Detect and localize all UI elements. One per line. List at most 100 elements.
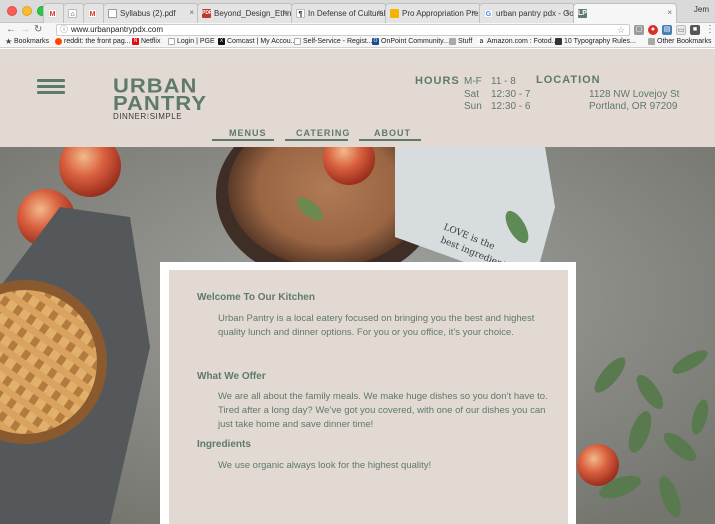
tab-label: urban pantry pdx - Goog	[496, 9, 575, 18]
urban-pantry-favicon-icon: LP	[578, 9, 587, 18]
bookmark-label: Comcast | My Accou...	[227, 38, 297, 45]
extension-icon[interactable]: ●	[648, 25, 658, 35]
tab-cultural[interactable]: ¶ In Defense of Cultural A ×	[291, 3, 387, 23]
address-bar[interactable]: ⓘ www.urbanpantrypdx.com ☆	[56, 24, 630, 36]
close-icon[interactable]: ×	[471, 8, 476, 17]
bookmark-label: Stuff	[458, 38, 473, 45]
location-heading: LOCATION	[536, 74, 601, 86]
tab-label: Pro Appropriation Press	[402, 9, 481, 18]
forward-icon[interactable]: →	[20, 24, 30, 36]
tab-urban-pantry[interactable]: LP ×	[573, 3, 677, 23]
section-body-welcome: Urban Pantry is a local eatery focused o…	[218, 313, 535, 338]
nav-underline	[285, 139, 348, 141]
hamburger-menu-icon[interactable]	[37, 79, 65, 95]
page-icon	[555, 38, 562, 45]
content-card: Welcome To Our Kitchen Urban Pantry is a…	[169, 270, 568, 524]
logo-line-2: PANTRY	[113, 91, 207, 115]
menu-dots-icon[interactable]: ⋮	[705, 24, 715, 36]
close-icon[interactable]: ×	[283, 8, 288, 17]
tab-gmail-2[interactable]: M	[83, 3, 105, 23]
star-icon: ★	[5, 37, 13, 46]
back-icon[interactable]: ←	[6, 24, 16, 36]
url-text: www.urbanpantrypdx.com	[71, 25, 164, 34]
page-info-icon[interactable]: ⓘ	[60, 25, 68, 35]
site-header: URBAN PANTRY DINNER⁝SIMPLE HOURS M-F 11 …	[0, 49, 715, 147]
section-body-offer: We are all about the family meals. We ma…	[218, 391, 548, 430]
bookmark-label: OnPoint Community...	[381, 38, 449, 45]
reload-icon[interactable]: ↻	[34, 24, 42, 36]
extension-icon[interactable]: ▤	[662, 25, 672, 35]
tab-google-search[interactable]: G urban pantry pdx - Goog ×	[479, 3, 575, 23]
close-icon[interactable]: ×	[377, 8, 382, 17]
address-line-2: Portland, OR 97209	[589, 101, 678, 112]
extension-icon[interactable]: ▢	[634, 25, 644, 35]
bookmark-label: reddit: the front pag...	[64, 38, 131, 45]
tab-label: Beyond_Design_Ethnog	[214, 9, 293, 18]
pdf-icon: PDF	[202, 9, 212, 18]
logo[interactable]: URBAN PANTRY DINNER⁝SIMPLE	[113, 76, 207, 121]
gmail-icon: M	[48, 9, 57, 18]
bookmark-folder-stuff[interactable]: Stuff	[449, 38, 472, 45]
address-line-1: 1128 NW Lovejoy St	[589, 89, 680, 100]
profile-name[interactable]: Jem	[694, 5, 709, 14]
close-icon[interactable]: ×	[667, 8, 672, 17]
xfinity-icon: X	[218, 38, 225, 45]
minimize-window-button[interactable]	[22, 6, 32, 16]
close-icon[interactable]: ×	[565, 8, 570, 17]
bookmarks-apps[interactable]: ★ Bookmarks	[5, 37, 49, 46]
bookmark-amazon[interactable]: a Amazon.com : Fotod...	[478, 38, 557, 45]
bookmark-netflix[interactable]: N Netflix	[132, 38, 160, 45]
nav-menus[interactable]: MENUS	[229, 128, 266, 138]
cast-icon[interactable]: ▭	[676, 25, 686, 35]
folder-icon	[648, 38, 655, 45]
bookmarks-bar: ★ Bookmarks reddit: the front pag... N N…	[0, 37, 715, 48]
tab-beyond-design[interactable]: PDF Beyond_Design_Ethnog ×	[197, 3, 293, 23]
extension-icon[interactable]: ■	[690, 25, 700, 35]
bookmark-onpoint[interactable]: O OnPoint Community...	[372, 38, 449, 45]
tab-label: Syllabus (2).pdf	[120, 9, 176, 18]
bookmark-label: Login | PGE	[177, 38, 215, 45]
home-icon: ⌂	[68, 9, 77, 18]
bookmark-star-icon[interactable]: ☆	[617, 25, 625, 35]
hours-days: M-F	[464, 76, 482, 87]
tab-syllabus[interactable]: Syllabus (2).pdf ×	[103, 3, 199, 23]
hours-days: Sat	[464, 89, 480, 100]
nav-underline	[359, 139, 421, 141]
bookmark-label: Netflix	[141, 38, 161, 45]
bookmark-typography[interactable]: 10 Typography Rules...	[555, 38, 636, 45]
section-title-ingredients: Ingredients	[197, 439, 251, 450]
gmail-icon: M	[88, 9, 97, 18]
close-icon[interactable]: ×	[189, 8, 194, 17]
bookmark-folder-other[interactable]: Other Bookmarks	[648, 38, 711, 45]
hours-time: 12:30 - 6	[491, 101, 531, 112]
hours-days: Sun	[464, 101, 482, 112]
nav-about[interactable]: ABOUT	[374, 128, 410, 138]
google-icon: G	[484, 9, 493, 18]
bookmark-pge[interactable]: Login | PGE	[168, 38, 215, 45]
hours-heading: HOURS	[415, 75, 460, 87]
hours-time: 11 - 8	[491, 76, 516, 87]
page-icon	[294, 38, 301, 45]
bookmark-label: Other Bookmarks	[657, 38, 712, 45]
browser-toolbar: ← → ↻ ⓘ www.urbanpantrypdx.com ☆ ▢ ● ▤ ▭…	[0, 23, 715, 37]
apple	[577, 444, 619, 486]
close-window-button[interactable]	[7, 6, 17, 16]
folder-icon	[449, 38, 456, 45]
tab-home[interactable]: ⌂	[63, 3, 85, 23]
bookmark-comcast[interactable]: X Comcast | My Accou...	[218, 38, 297, 45]
section-title-offer: What We Offer	[197, 371, 266, 382]
page-icon	[168, 38, 175, 45]
bookmark-reddit[interactable]: reddit: the front pag...	[55, 38, 131, 45]
bookmark-self-service[interactable]: Self-Service - Regist...	[294, 38, 373, 45]
nav-catering[interactable]: CATERING	[296, 128, 349, 138]
section-body-ingredients: We use organic always look for the highe…	[218, 460, 432, 471]
nav-underline	[212, 139, 274, 141]
bookmark-label: Amazon.com : Fotod...	[487, 38, 558, 45]
document-icon	[108, 9, 117, 18]
slides-icon	[390, 9, 399, 18]
onpoint-icon: O	[372, 38, 379, 45]
tab-gmail-1[interactable]: M	[43, 3, 65, 23]
web-page-icon: ¶	[296, 9, 305, 18]
tab-appropriation[interactable]: Pro Appropriation Press ×	[385, 3, 481, 23]
bookmark-label: Self-Service - Regist...	[303, 38, 373, 45]
